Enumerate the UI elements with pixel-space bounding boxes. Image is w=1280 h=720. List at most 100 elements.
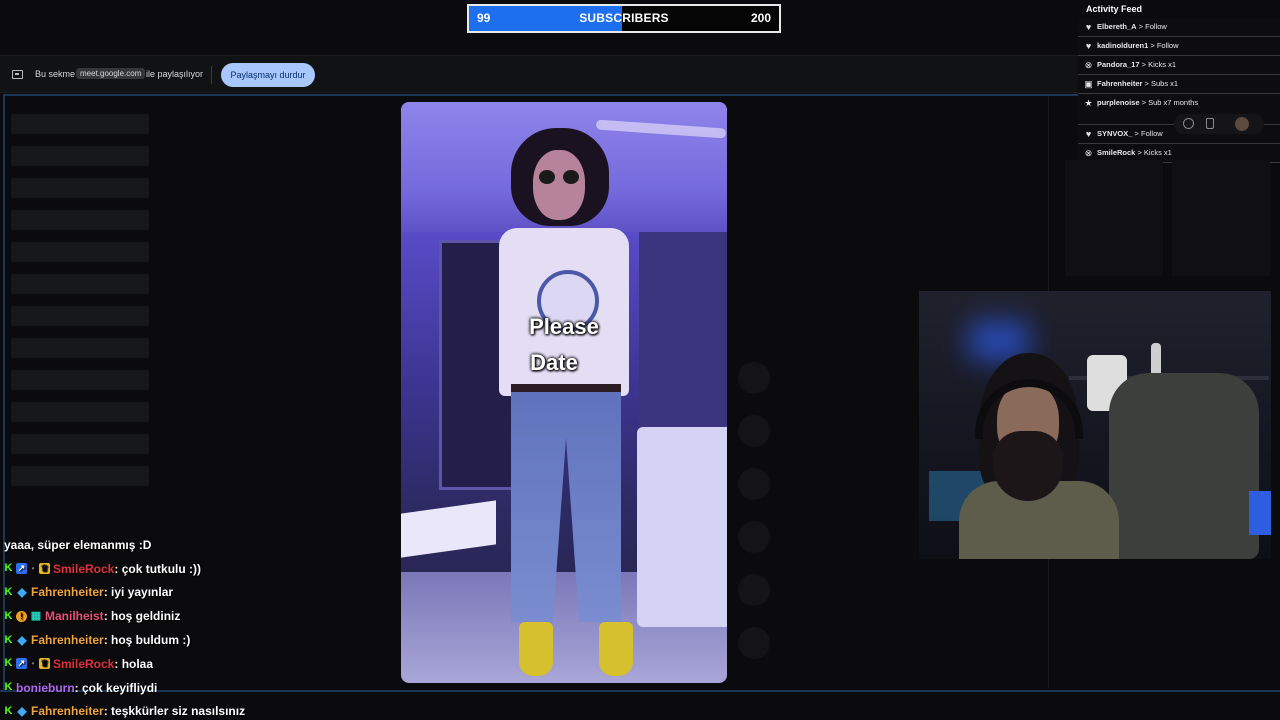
heart-icon: ♥ bbox=[1085, 22, 1092, 32]
share-button[interactable] bbox=[738, 521, 770, 553]
video-keyboard bbox=[401, 500, 496, 558]
kick-badge-icon: K bbox=[4, 633, 13, 646]
activity-feed: Activity Feed ♥ Elbereth_A > Follow ♥ ka… bbox=[1078, 0, 1280, 163]
dot-badge-icon: • bbox=[31, 564, 35, 574]
feed-action: > Sub x7 months bbox=[1141, 98, 1199, 107]
loading-placeholder bbox=[11, 338, 149, 358]
chat-message: K bonieburn : çok keyifliydi bbox=[4, 675, 396, 699]
stop-sharing-button[interactable]: Paylaşmayı durdur bbox=[221, 63, 315, 87]
share-prefix-text: Bu sekme bbox=[35, 69, 76, 79]
chat-username[interactable]: SmileRock bbox=[53, 561, 114, 577]
comment-button[interactable] bbox=[738, 468, 770, 500]
chat-message: K ◆ Fahrenheiter : hoş buldum :) bbox=[4, 627, 396, 651]
feed-action: > Follow bbox=[1138, 22, 1167, 31]
chat-message: K ↗ • ♛ SmileRock : holaa bbox=[4, 651, 396, 675]
short-video-player[interactable]: Please Date bbox=[401, 102, 727, 683]
kick-badge-icon: K bbox=[4, 585, 13, 598]
feed-user: SYNVOX_ bbox=[1097, 129, 1133, 138]
gem-badge-icon: ◆ bbox=[17, 584, 27, 599]
heart-icon: ♥ bbox=[1085, 41, 1092, 51]
feed-action: > Follow bbox=[1134, 129, 1163, 138]
phone-icon[interactable] bbox=[1206, 118, 1214, 129]
video-caption-line-1: Please bbox=[529, 314, 599, 339]
share-divider bbox=[211, 66, 212, 84]
empty-panel bbox=[1172, 160, 1270, 276]
screen-share-icon bbox=[12, 70, 23, 79]
share-suffix-text: ile paylaşılıyor bbox=[146, 69, 204, 79]
activity-feed-title: Activity Feed bbox=[1086, 4, 1143, 14]
feed-user: purplenoise bbox=[1097, 98, 1140, 107]
warning-badge-icon: ! bbox=[16, 610, 27, 622]
feed-user: Fahrenheiter bbox=[1097, 79, 1143, 88]
kick-badge-icon: K bbox=[4, 657, 13, 670]
kick-badge-icon: K bbox=[4, 681, 13, 694]
compass-icon[interactable] bbox=[1183, 118, 1194, 129]
loading-placeholder bbox=[11, 306, 149, 326]
webcam-led-strip bbox=[1249, 491, 1271, 535]
kick-icon: ⊗ bbox=[1084, 148, 1093, 158]
chat-username[interactable]: Fahrenheiter bbox=[31, 703, 104, 719]
video-person-head bbox=[533, 150, 585, 220]
feed-user: SmileRock bbox=[1097, 148, 1136, 157]
dislike-button[interactable] bbox=[738, 415, 770, 447]
video-person-sock-left bbox=[519, 622, 553, 676]
video-caption-line-2: Date bbox=[530, 350, 578, 375]
like-button[interactable] bbox=[738, 362, 770, 394]
more-options-button[interactable] bbox=[738, 627, 770, 659]
kick-badge-icon: K bbox=[4, 609, 13, 622]
chat-message: K ◆ Fahrenheiter : teşkkürler siz nasıls… bbox=[4, 699, 396, 720]
webcam-feed bbox=[919, 291, 1271, 559]
star-icon: ★ bbox=[1084, 98, 1093, 108]
avatar[interactable] bbox=[1235, 117, 1249, 131]
kick-badge-icon: K bbox=[4, 704, 13, 717]
heart-icon: ♥ bbox=[1085, 129, 1092, 139]
chat-message: yaaa, süper elemanmış :D bbox=[4, 532, 396, 556]
chat-message: K ! ▦ Manilheist : hoş geldiniz bbox=[4, 603, 396, 627]
chat-message-text: : hoş buldum :) bbox=[103, 633, 191, 648]
grid-badge-icon: ▦ bbox=[30, 609, 42, 622]
subscriber-badge-icon: ↗ bbox=[16, 658, 27, 670]
chat-message: K ↗ • ♛ SmileRock : çok tutkulu :)) bbox=[4, 556, 396, 580]
chat-username[interactable]: bonieburn bbox=[16, 680, 75, 696]
floating-toolbar bbox=[1174, 114, 1264, 134]
webcam-gaming-chair bbox=[1109, 373, 1259, 559]
chat-username[interactable]: SmileRock bbox=[53, 656, 114, 672]
chat-username[interactable]: Fahrenheiter bbox=[31, 584, 104, 600]
activity-feed-item: ⊗ Pandora_17 > Kicks x1 bbox=[1078, 56, 1280, 75]
feed-user: kadinolduren1 bbox=[1097, 41, 1149, 50]
chat-message-text: : holaa bbox=[114, 656, 154, 671]
video-bed bbox=[637, 427, 727, 627]
remix-button[interactable] bbox=[738, 574, 770, 606]
loading-placeholder bbox=[11, 242, 149, 262]
chat-message-text: : iyi yayınlar bbox=[103, 585, 174, 600]
gem-badge-icon: ◆ bbox=[17, 632, 27, 647]
kick-icon: ⊗ bbox=[1084, 60, 1093, 70]
webcam-streamer-beard bbox=[993, 431, 1063, 501]
feed-action: > Kicks x1 bbox=[1137, 148, 1172, 157]
video-action-buttons bbox=[738, 362, 770, 680]
crown-badge-icon: ♛ bbox=[39, 563, 50, 575]
loading-placeholder bbox=[11, 402, 149, 422]
video-person-sunglasses bbox=[537, 170, 581, 184]
dot-badge-icon: • bbox=[31, 659, 35, 669]
subscriber-badge-icon: ↗ bbox=[16, 563, 27, 575]
chat-message: K ◆ Fahrenheiter : iyi yayınlar bbox=[4, 580, 396, 604]
loading-placeholder bbox=[11, 210, 149, 230]
subscriber-goal-target: 200 bbox=[750, 11, 771, 25]
loading-placeholder bbox=[11, 466, 149, 486]
feed-action: > Kicks x1 bbox=[1141, 60, 1177, 69]
chat-message-text: : çok keyifliydi bbox=[74, 680, 158, 695]
loading-placeholder bbox=[11, 434, 149, 454]
chat-username[interactable]: Fahrenheiter bbox=[31, 632, 104, 648]
activity-feed-item: ▣ Fahrenheiter > Subs x1 bbox=[1078, 75, 1280, 94]
chat-message-text: : hoş geldiniz bbox=[103, 609, 181, 624]
share-domain-chip: meet.google.com bbox=[76, 68, 146, 79]
chat-username[interactable]: Manilheist bbox=[45, 608, 104, 624]
loading-placeholder bbox=[11, 370, 149, 390]
crown-badge-icon: ♛ bbox=[39, 658, 50, 670]
feed-user: Elbereth_A bbox=[1097, 22, 1137, 31]
feed-action: > Subs x1 bbox=[1144, 79, 1179, 88]
kick-badge-icon: K bbox=[4, 562, 13, 575]
activity-feed-item: ♥ Elbereth_A > Follow bbox=[1078, 18, 1280, 37]
activity-feed-item: ♥ kadinolduren1 > Follow bbox=[1078, 37, 1280, 56]
